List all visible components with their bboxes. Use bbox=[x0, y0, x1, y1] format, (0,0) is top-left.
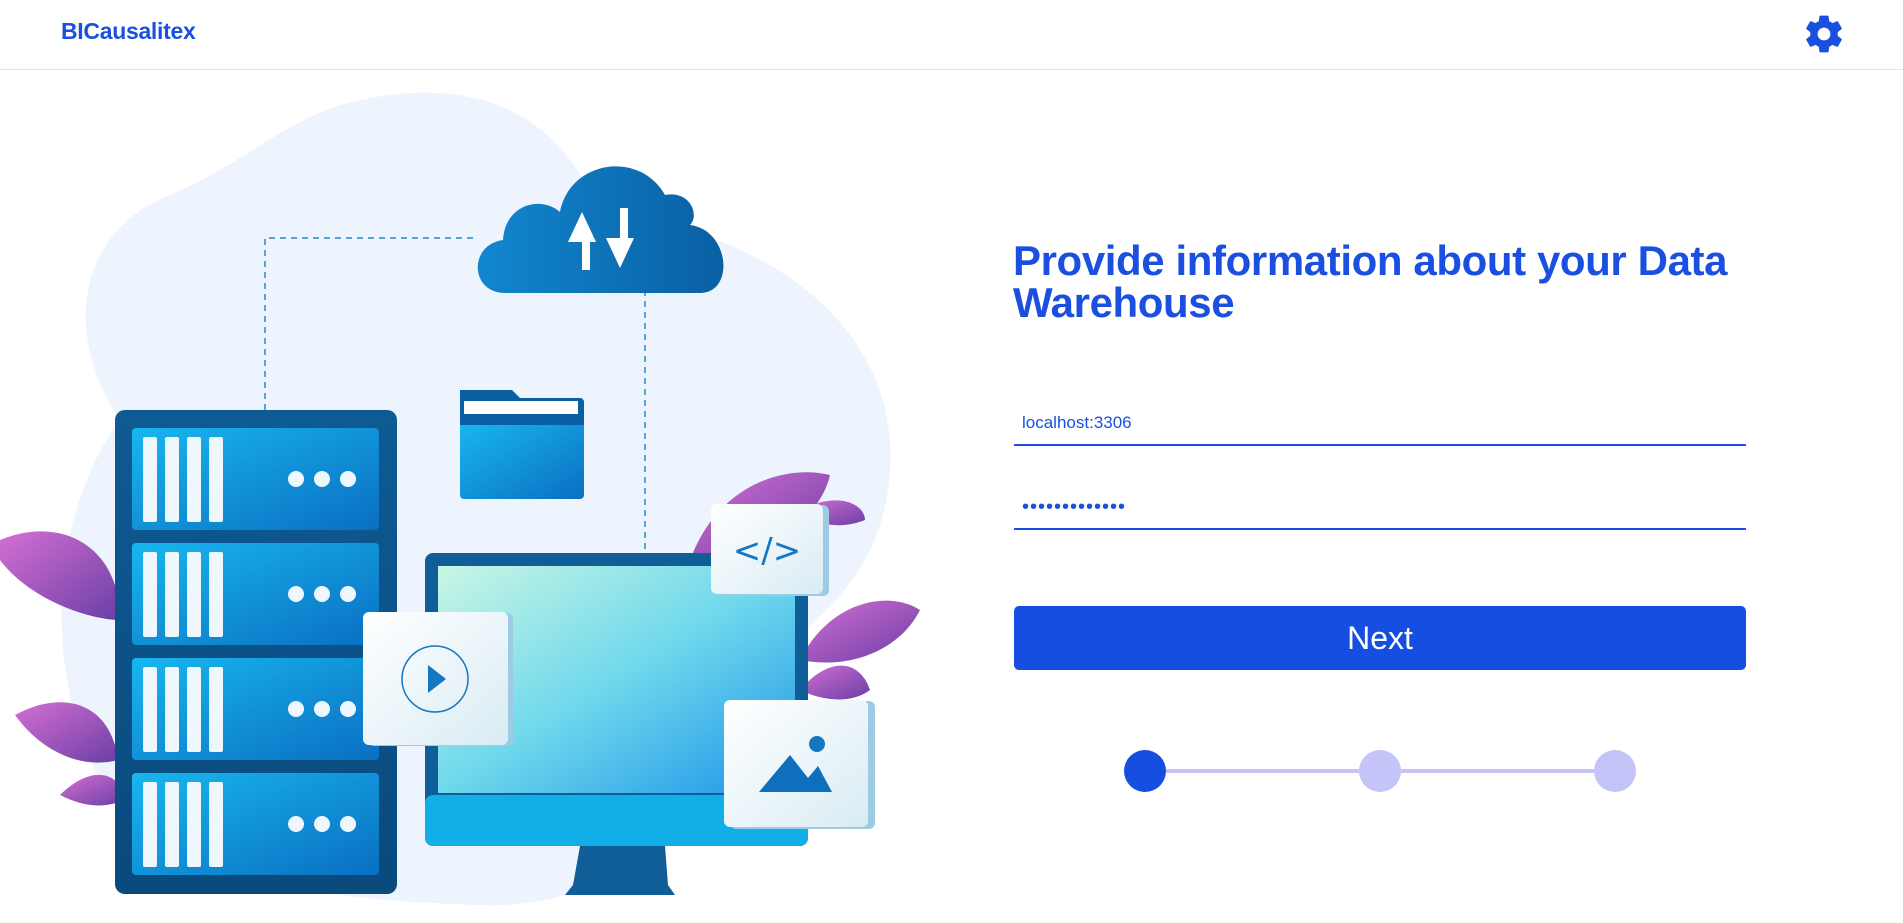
video-card bbox=[363, 612, 513, 746]
top-bar: BICausalitex bbox=[0, 0, 1903, 70]
code-card: </> bbox=[711, 504, 829, 596]
step-2-indicator bbox=[1359, 750, 1401, 792]
svg-text:</>: </> bbox=[733, 531, 801, 571]
host-input[interactable] bbox=[1014, 402, 1746, 446]
gear-icon[interactable] bbox=[1802, 12, 1846, 56]
step-3-indicator bbox=[1594, 750, 1636, 792]
password-input[interactable] bbox=[1014, 486, 1746, 530]
step-1-indicator bbox=[1124, 750, 1166, 792]
data-warehouse-illustration: </> bbox=[0, 92, 920, 906]
step-connector bbox=[1166, 769, 1359, 773]
next-button[interactable]: Next bbox=[1014, 606, 1746, 670]
progress-stepper bbox=[1124, 750, 1636, 792]
brand-logo[interactable]: BICausalitex bbox=[61, 18, 196, 45]
page-title: Provide information about your Data Ware… bbox=[1013, 237, 1728, 326]
step-connector bbox=[1401, 769, 1594, 773]
folder-icon bbox=[460, 390, 584, 499]
server-unit bbox=[132, 428, 379, 530]
image-card bbox=[724, 700, 875, 829]
